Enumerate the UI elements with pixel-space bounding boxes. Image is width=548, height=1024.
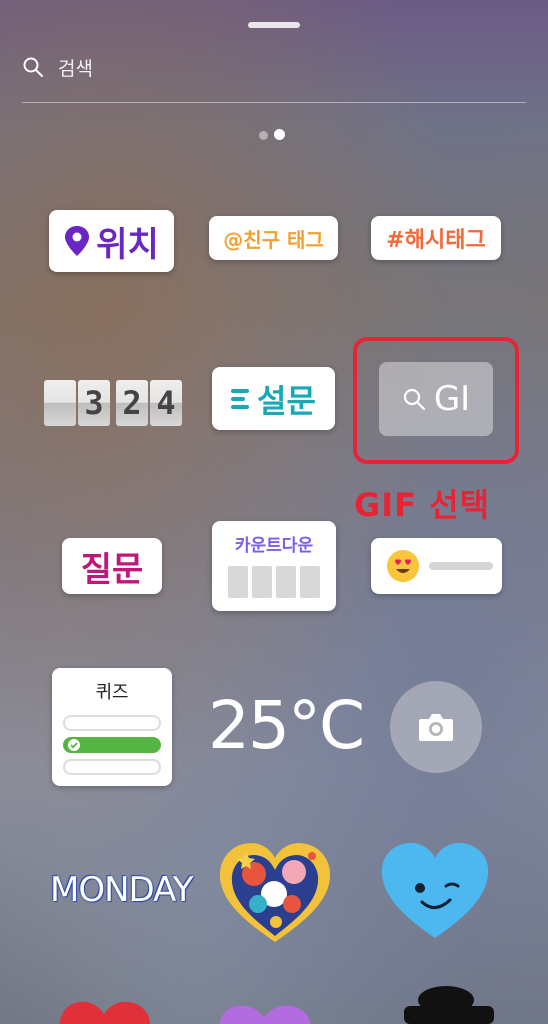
page-indicator [259,125,291,144]
temperature-label: 25°C [208,686,365,764]
poll-label: 설문 [257,381,316,420]
emoji-slider-track [429,562,493,570]
time-digit: 2 [116,380,148,426]
time-digit-blank [44,380,76,426]
emoji-slider-sticker[interactable] [371,538,502,594]
quiz-option [63,759,161,775]
countdown-sticker[interactable]: 카운트다운 [212,521,336,611]
drag-handle[interactable] [248,22,300,28]
quiz-label: 퀴즈 [95,682,129,703]
temperature-sticker[interactable]: 25°C [208,685,365,765]
page-dot-1[interactable] [259,131,268,140]
question-label: 질문 [80,549,144,590]
question-sticker[interactable]: 질문 [62,538,162,594]
search-icon [403,388,425,411]
search-bar[interactable]: 검색 [22,50,526,103]
camera-icon [419,714,453,741]
partial-sticker-row [60,986,494,1024]
gif-sticker[interactable]: GI [379,362,493,436]
countdown-label: 카운트다운 [234,536,314,556]
time-digit: 3 [78,380,110,426]
monday-sticker[interactable]: MONDAY [50,864,194,916]
time-sticker[interactable]: 324 [44,380,184,426]
monday-label: MONDAY [50,870,194,910]
poll-bars-icon [231,385,250,413]
floral-heart-sticker[interactable] [216,838,334,946]
search-input[interactable]: 검색 [58,54,93,81]
check-icon [68,739,80,751]
time-digit: 4 [150,380,182,426]
gif-label: GI [433,379,471,419]
search-icon [23,57,43,77]
quiz-option-correct [63,737,161,753]
countdown-boxes [226,566,322,598]
mention-sticker[interactable]: @친구 태그 [209,216,338,260]
winking-heart-sticker[interactable] [378,838,492,940]
page-dot-2[interactable] [274,129,285,140]
poll-sticker[interactable]: 설문 [212,367,335,430]
heart-eyes-emoji-icon [387,550,419,582]
hashtag-sticker[interactable]: #해시태그 [371,216,501,260]
hashtag-label: #해시태그 [386,228,486,253]
location-pin-icon [65,226,90,256]
camera-button[interactable] [390,681,482,773]
location-label: 위치 [96,224,159,265]
gif-select-caption: GIF 선택 [354,486,491,524]
quiz-option [63,715,161,731]
location-sticker[interactable]: 위치 [49,210,174,272]
quiz-sticker[interactable]: 퀴즈 [52,668,172,786]
mention-label: @친구 태그 [223,227,324,252]
